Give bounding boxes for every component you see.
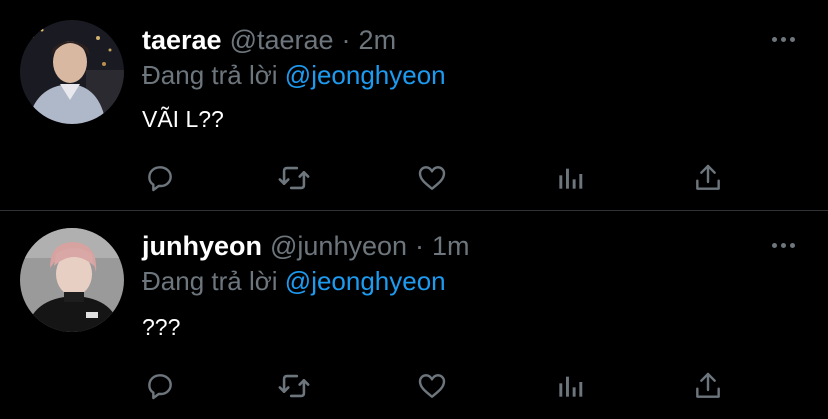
stats-button[interactable] (552, 368, 588, 404)
tweet-text: VÃI L?? (142, 106, 224, 132)
replying-to: Đang trả lời @jeonghyeon (142, 264, 446, 298)
tweet-divider (0, 210, 828, 211)
display-name[interactable]: junhyeon (142, 228, 262, 264)
avatar[interactable] (20, 228, 124, 332)
comment-bubble-icon (148, 166, 172, 192)
username-handle[interactable]: @junhyeon (270, 228, 407, 264)
more-dots-icon[interactable] (772, 34, 800, 44)
separator: · (341, 25, 351, 55)
username-handle[interactable]: @taerae (230, 22, 334, 58)
mention-link[interactable]: @jeonghyeon (285, 60, 446, 90)
share-upload-icon (696, 164, 720, 190)
action-bar (142, 368, 742, 408)
analytics-bars-icon (559, 168, 583, 189)
tweet[interactable]: taerae @taerae · 2m Đang trả lời @jeongh… (0, 0, 828, 207)
timestamp[interactable]: 2m (359, 22, 397, 58)
tweet-text: ??? (142, 314, 181, 340)
retweet-button[interactable] (276, 160, 312, 196)
analytics-bars-icon (559, 376, 583, 397)
tweet-header: taerae @taerae · 2m (142, 22, 396, 58)
action-bar (142, 160, 742, 200)
stats-button[interactable] (552, 160, 588, 196)
heart-icon (418, 166, 446, 190)
timestamp[interactable]: 1m (432, 228, 470, 264)
separator: · (415, 231, 425, 261)
heart-icon (418, 374, 446, 398)
tweet[interactable]: junhyeon @junhyeon · 1m Đang trả lời @je… (0, 212, 828, 419)
like-button[interactable] (414, 160, 450, 196)
share-upload-icon (696, 372, 720, 398)
reply-button[interactable] (142, 368, 178, 404)
share-button[interactable] (690, 368, 726, 404)
avatar[interactable] (20, 20, 124, 124)
like-button[interactable] (414, 368, 450, 404)
share-button[interactable] (690, 160, 726, 196)
retweet-icon (278, 166, 310, 190)
retweet-button[interactable] (276, 368, 312, 404)
mention-link[interactable]: @jeonghyeon (285, 266, 446, 296)
retweet-icon (278, 374, 310, 398)
display-name[interactable]: taerae (142, 22, 222, 58)
more-dots-icon[interactable] (772, 240, 800, 250)
comment-bubble-icon (148, 374, 172, 400)
tweet-header: junhyeon @junhyeon · 1m (142, 228, 470, 264)
reply-button[interactable] (142, 160, 178, 196)
replying-to-label: Đang trả lời (142, 266, 278, 296)
replying-to: Đang trả lời @jeonghyeon (142, 58, 446, 92)
replying-to-label: Đang trả lời (142, 60, 278, 90)
